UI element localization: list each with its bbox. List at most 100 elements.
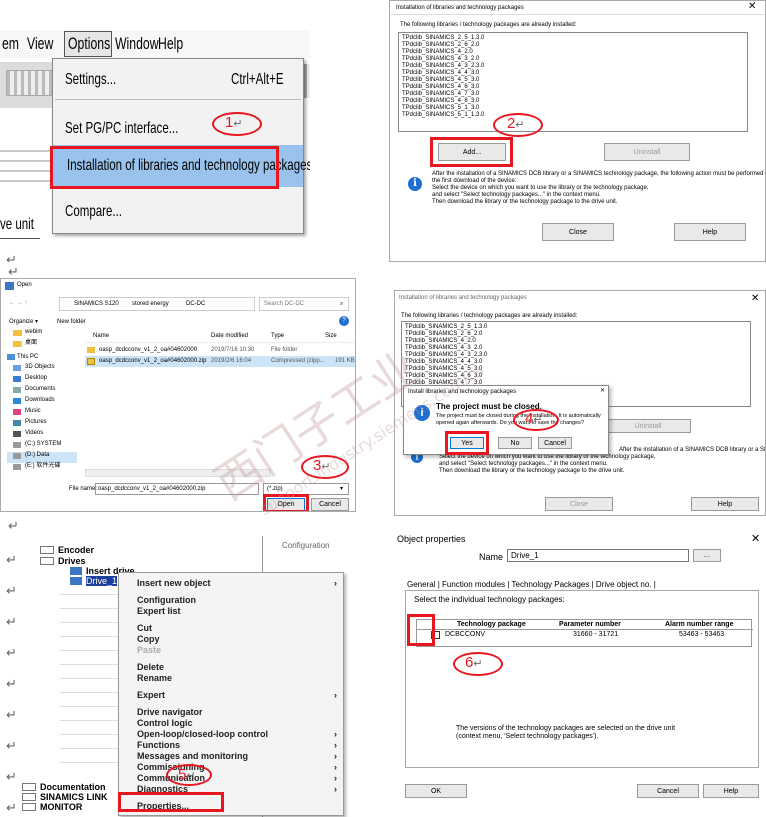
nav-item[interactable]: (D:) Data [7,452,77,463]
ctx-delete[interactable]: Delete [137,662,164,672]
ctx-open-closed-loop[interactable]: Open-loop/closed-loop control › [137,729,337,739]
menu-view[interactable]: View [27,34,53,54]
nav-item[interactable]: (C:) SYSTEM [7,441,77,452]
address-bar[interactable]: SINAMICS S120 stored energy DC-DC [59,297,255,311]
tree-item-drives[interactable]: Drives [40,556,86,566]
menu-help[interactable]: Help [158,34,183,54]
ctx-rename[interactable]: Rename [137,673,172,683]
file-name-input[interactable]: oasp_dcdcconv_v1_2_oa#04602000.zip [95,483,259,495]
ctx-expert-list[interactable]: Expert list [137,606,181,616]
ctx-configuration[interactable]: Configuration [137,595,196,605]
close-icon[interactable]: ✕ [751,293,759,304]
col-date[interactable]: Date modified [211,333,248,340]
ctx-cut[interactable]: Cut [137,623,152,633]
folder-icon [87,347,95,353]
open-title: Open [17,282,32,288]
nav-item[interactable]: (E:) 软件光碟 [7,463,77,474]
ctx-drive-navigator[interactable]: Drive navigator [137,707,203,717]
uninstall-button[interactable]: Uninstall [604,143,690,161]
tab-technology-packages[interactable]: Technology Packages [511,580,590,589]
menu-item-settings[interactable]: Settings... [65,71,116,89]
tree-item-encoder[interactable]: Encoder [40,545,94,555]
help-button[interactable]: Help [674,223,746,241]
ok-button[interactable]: OK [405,784,467,798]
packages-table: Technology package Parameter number Alar… [416,619,753,647]
path-segment[interactable]: SINAMICS S120 [74,301,119,308]
package-item[interactable]: TPdclib_SINAMICS_4_3_2.3.0 [402,63,744,70]
nav-item[interactable]: Desktop [7,375,77,386]
package-item[interactable]: TPdclib_SINAMICS_4_2.0 [402,49,744,56]
col-type[interactable]: Type [271,333,284,340]
name-input[interactable]: Drive_1 [507,549,689,562]
package-item[interactable]: TPdclib_SINAMICS_5_1_1.3.0 [402,112,744,119]
help-button[interactable]: Help [703,784,759,798]
nav-item[interactable]: 3D Objects [7,364,77,375]
table-row[interactable]: DCBCCONV 31660 - 31721 53463 - 53463 [417,630,753,640]
package-item[interactable]: TPdclib_SINAMICS_4_5_3.0 [402,77,744,84]
nav-item[interactable]: Pictures [7,419,77,430]
ctx-copy[interactable]: Copy [137,634,160,644]
no-button[interactable]: No [498,437,532,449]
package-item[interactable]: TPdclib_SINAMICS_5_1_3.0 [402,105,744,112]
ctx-messages[interactable]: Messages and monitoring › [137,751,337,761]
close-icon[interactable]: ✕ [751,532,760,545]
ctx-functions[interactable]: Functions › [137,740,337,750]
horizontal-scrollbar[interactable] [85,469,271,477]
close-icon[interactable]: ✕ [748,1,756,12]
new-folder-button[interactable]: New folder [57,319,86,326]
cancel-button[interactable]: Cancel [637,784,699,798]
package-item[interactable]: TPdclib_SINAMICS_4_8_3.0 [402,98,744,105]
ctx-paste[interactable]: Paste [137,645,161,655]
tree-item-sinamics-link[interactable]: SINAMICS LINK [22,792,108,802]
nav-item[interactable]: webim [7,329,77,340]
info-icon: i [414,405,430,421]
menu-item-set-pgpc[interactable]: Set PG/PC interface... [65,120,178,138]
package-item[interactable]: TPdclib_SINAMICS_4_3_2.0 [402,56,744,63]
installed-packages-list[interactable]: TPdclib_SINAMICS_2_5_1.3.0 TPdclib_SINAM… [398,32,748,132]
menubar: em View Options Window Help [0,30,310,58]
tab-drive-object-no[interactable]: Drive object no. [596,580,652,589]
menu-item-compare[interactable]: Compare... [65,203,122,221]
menu-system[interactable]: em [2,34,19,54]
path-segment[interactable]: DC-DC [186,301,205,308]
tree-item-documentation[interactable]: Documentation [22,782,106,792]
help-icon[interactable]: ? [339,316,349,326]
close-icon[interactable]: ✕ [600,388,605,395]
path-segment[interactable]: stored energy [132,301,169,308]
col-name[interactable]: Name [93,333,109,340]
tree-item-drive-1[interactable]: Drive_1 [70,576,118,586]
close-button[interactable]: Close [542,223,614,241]
package-item[interactable]: TPdclib_SINAMICS_2_5_1.3.0 [402,35,744,42]
package-item[interactable]: TPdclib_SINAMICS_2_6_2.0 [402,42,744,49]
nav-pane: webim 桌面 This PC 3D Objects Desktop Docu… [7,329,77,487]
nav-arrows-icon[interactable]: ← → ↑ [9,300,27,307]
folder-icon [22,803,36,811]
nav-item[interactable]: Downloads [7,397,77,408]
cancel-button[interactable]: Cancel [538,437,572,449]
file-row-selected[interactable]: oasp_dcdcconv_v1_2_oa#04602000.zip 2019/… [85,356,355,367]
package-item[interactable]: TPdclib_SINAMICS_4_6_3.0 [402,84,744,91]
ctx-control-logic[interactable]: Control logic [137,718,193,728]
nav-item[interactable]: Documents [7,386,77,397]
nav-item[interactable]: Music [7,408,77,419]
close-button[interactable]: Close [545,497,613,511]
file-row[interactable]: oasp_dcdcconv_v1_2_oa#04602000 2019/7/16… [85,345,355,356]
organize-button[interactable]: Organize ▾ [9,319,38,326]
ctx-expert[interactable]: Expert › [137,690,337,700]
search-input[interactable]: Search DC-DC ⌕ [259,297,349,311]
menu-window[interactable]: Window [115,34,159,54]
help-button[interactable]: Help [691,497,759,511]
nav-item-this-pc[interactable]: This PC [7,351,77,364]
name-browse-button[interactable]: … [693,549,721,562]
ctx-insert-new-object[interactable]: Insert new object › [137,578,337,588]
package-item[interactable]: TPdclib_SINAMICS_4_4_3.0 [402,70,744,77]
tab-general[interactable]: General [407,580,435,589]
tab-function-modules[interactable]: Function modules [442,580,505,589]
package-item[interactable]: TPdclib_SINAMICS_4_7_3.0 [402,91,744,98]
nav-item[interactable]: Videos [7,430,77,441]
cancel-button[interactable]: Cancel [311,498,349,511]
nav-item[interactable]: 桌面 [7,340,77,351]
tree-item-monitor[interactable]: MONITOR [22,802,82,812]
uninstall-button[interactable]: Uninstall [605,419,691,433]
col-size[interactable]: Size [325,333,337,340]
